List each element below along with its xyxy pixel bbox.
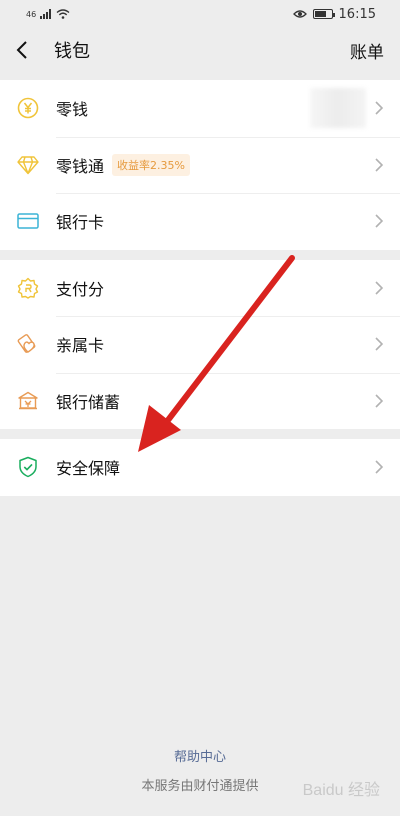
page-title: 钱包 [54,41,90,62]
list-item-pay-score[interactable]: 支付分 [0,260,400,317]
wifi-icon [56,9,70,19]
help-center-link[interactable]: 帮助中心 [0,746,400,765]
item-label: 银行储蓄 [56,392,121,412]
wallet-group-2: 支付分 亲属卡 银行储蓄 [0,259,400,430]
score-badge-icon [16,276,40,300]
list-item-family-card[interactable]: 亲属卡 [0,316,400,373]
chevron-right-icon [375,101,384,115]
baidu-watermark: Baidu 经验 [302,782,380,799]
chevron-right-icon [375,214,384,228]
item-label: 亲属卡 [56,336,105,356]
network-type-label: 46 [26,9,37,19]
battery-icon [312,9,335,19]
chevron-left-icon [16,41,27,59]
signal-indicators: 46 [26,9,70,19]
list-item-bank-savings[interactable]: 银行储蓄 [0,372,400,430]
item-label: 支付分 [56,279,105,299]
back-button[interactable] [16,38,40,62]
chevron-right-icon [375,460,384,474]
status-bar: 46 16:15 [0,0,400,28]
list-item-bank-card[interactable]: 银行卡 [0,193,400,250]
chevron-right-icon [375,158,384,172]
signal-icon [40,9,52,19]
shield-check-icon [16,455,40,479]
eye-icon [292,10,307,18]
yield-badge: 收益率2.35% [112,153,190,176]
coin-yuan-icon [16,96,40,120]
bank-building-icon [16,389,40,413]
diamond-icon [16,153,40,177]
list-item-change-plus[interactable]: 零钱通 收益率2.35% [0,136,400,194]
item-label: 零钱通 [56,156,105,176]
list-item-security[interactable]: 安全保障 [0,439,400,496]
hidden-balance [310,88,366,128]
family-card-icon [16,332,40,356]
wallet-group-3: 安全保障 [0,439,400,496]
chevron-right-icon [375,337,384,351]
chevron-right-icon [375,394,384,408]
status-time: 16:15 [338,6,376,22]
wallet-group-1: 零钱 零钱通 收益率2.35% 银行卡 [0,80,400,250]
chevron-right-icon [375,281,384,295]
item-label: 银行卡 [56,213,105,233]
bank-card-icon [16,209,40,233]
list-item-change[interactable]: 零钱 [0,80,400,137]
bill-button[interactable]: 账单 [350,38,384,63]
item-label: 零钱 [56,100,89,120]
nav-bar: 钱包 账单 [0,28,400,72]
item-label: 安全保障 [56,459,121,479]
